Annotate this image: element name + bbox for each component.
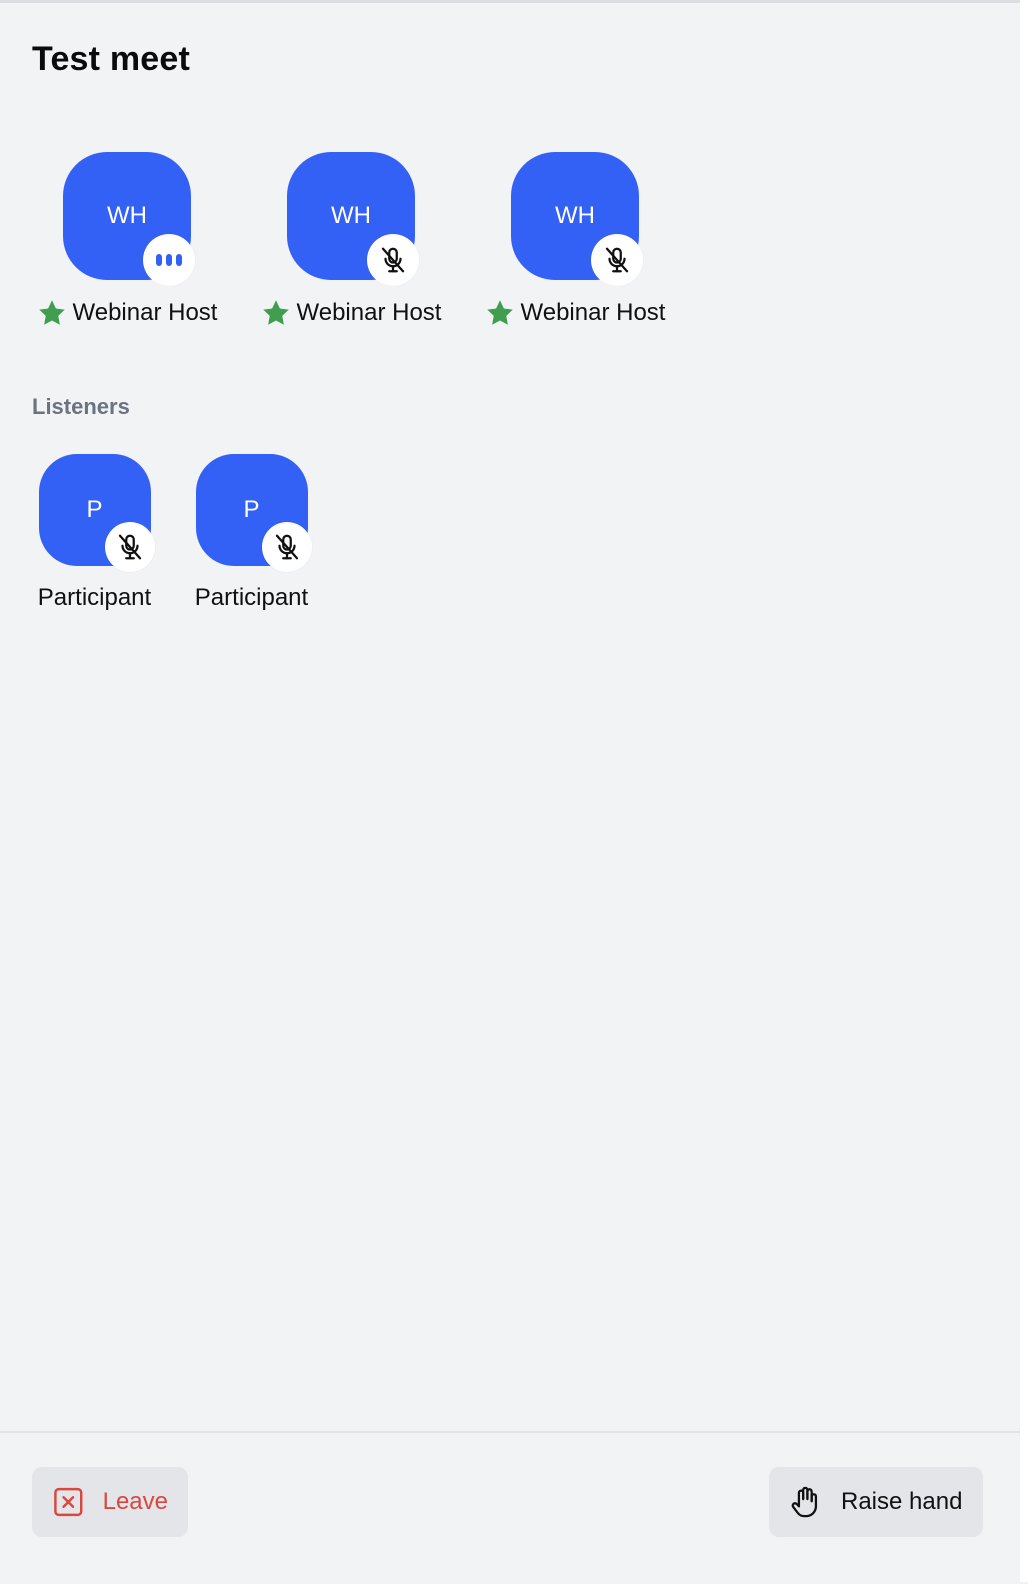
hosts-row: WH Webinar Host WH Webinar Host WH Webin… (32, 152, 670, 328)
raise-hand-button[interactable]: Raise hand (769, 1467, 983, 1537)
mic-status-badge (261, 522, 312, 572)
host-card[interactable]: WH Webinar Host (480, 152, 670, 328)
footer-bar: Leave Raise hand (0, 1431, 1020, 1584)
host-name: Webinar Host (261, 298, 442, 328)
listeners-section-label: Listeners (32, 394, 130, 419)
listener-card[interactable]: P Participant (189, 454, 314, 612)
host-name-label: Webinar Host (520, 299, 666, 326)
star-icon (262, 300, 289, 325)
avatar-wrap: P (195, 454, 312, 572)
host-name: Webinar Host (37, 298, 218, 328)
leave-label: Leave (102, 1488, 168, 1515)
star-icon (486, 300, 513, 325)
leave-button[interactable]: Leave (32, 1467, 188, 1537)
avatar-wrap: WH (63, 152, 195, 286)
mic-status-badge (367, 234, 419, 286)
speaking-indicator-badge (143, 234, 195, 286)
host-name-label: Webinar Host (72, 299, 218, 326)
top-border (0, 0, 1028, 3)
mic-status-badge (104, 522, 155, 572)
mic-off-icon (381, 247, 405, 273)
avatar-wrap: WH (511, 152, 643, 286)
page-title: Test meet (32, 40, 191, 78)
host-card[interactable]: WH Webinar Host (256, 152, 446, 328)
raise-hand-label: Raise hand (841, 1488, 963, 1515)
host-name: Webinar Host (485, 298, 666, 328)
avatar-wrap: WH (287, 152, 419, 286)
listeners-row: P Participant P Participant (32, 454, 314, 612)
host-name-label: Webinar Host (296, 299, 442, 326)
mic-off-icon (275, 534, 298, 560)
close-square-icon (54, 1487, 83, 1517)
listener-card[interactable]: P Participant (32, 454, 157, 612)
mic-status-badge (591, 234, 643, 286)
host-card[interactable]: WH Webinar Host (32, 152, 222, 328)
star-icon (38, 300, 65, 325)
listener-name: Participant (194, 584, 309, 611)
mic-off-icon (118, 534, 141, 560)
speaking-dots-icon (156, 254, 182, 266)
mic-off-icon (605, 247, 629, 273)
right-border (1020, 0, 1028, 1582)
avatar-wrap: P (38, 454, 155, 572)
listener-name: Participant (37, 584, 152, 611)
hand-icon (791, 1486, 818, 1518)
